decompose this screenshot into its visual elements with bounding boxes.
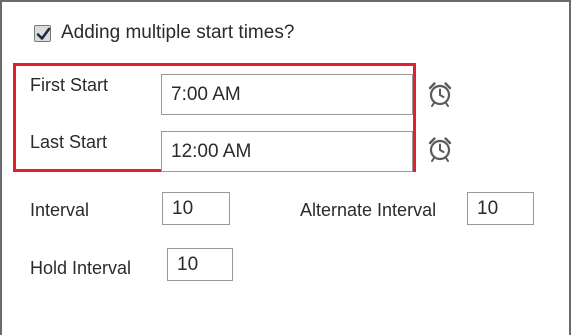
hold-interval-label: Hold Interval [30,258,132,278]
alarm-clock-icon[interactable] [426,80,454,108]
multiple-start-times-checkbox[interactable] [34,24,51,42]
first-start-label: First Start [30,75,109,95]
alarm-clock-icon[interactable] [426,135,454,163]
alternate-interval-label: Alternate Interval [300,200,437,220]
interval-input[interactable]: 10 [162,192,230,225]
multiple-start-times-label: Adding multiple start times? [61,22,295,43]
last-start-label: Last Start [30,132,108,152]
last-start-input[interactable]: 12:00 AM [161,131,413,172]
interval-label: Interval [30,200,90,220]
alternate-interval-input[interactable]: 10 [467,192,534,225]
first-start-input[interactable]: 7:00 AM [161,74,413,115]
multiple-start-times-row[interactable]: Adding multiple start times? [34,22,294,44]
checkmark-icon [36,27,51,40]
hold-interval-input[interactable]: 10 [167,248,233,281]
